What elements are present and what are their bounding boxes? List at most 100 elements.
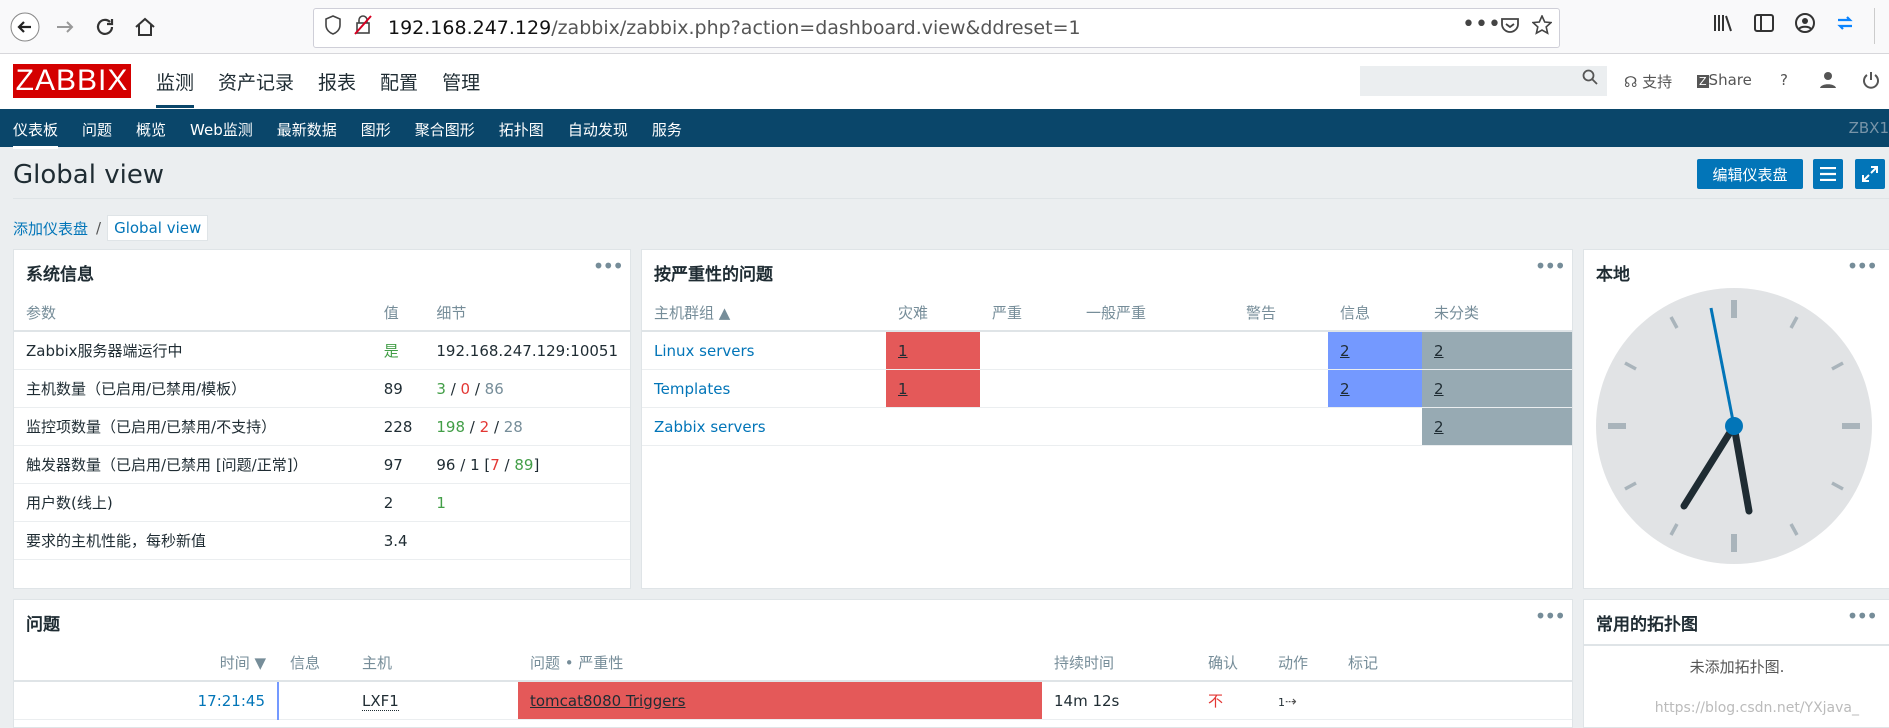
- search-icon[interactable]: [1582, 69, 1598, 90]
- col-high: 严重: [980, 294, 1074, 332]
- tab-web[interactable]: Web监测: [190, 119, 253, 149]
- value-cell: 89: [371, 369, 425, 408]
- tab-screens[interactable]: 聚合图形: [415, 119, 475, 149]
- dashboard-list-icon[interactable]: [1813, 159, 1843, 189]
- tab-overview[interactable]: 概览: [136, 119, 166, 149]
- table-row: 主机数量（已启用/已禁用/模板） 89 3 / 0 / 86: [14, 369, 630, 408]
- disaster-count[interactable]: 1: [886, 331, 980, 370]
- fullscreen-icon[interactable]: [1855, 159, 1885, 189]
- breadcrumb: 添加仪表盘 / Global view: [13, 215, 209, 241]
- url-text: 192.168.247.129/zabbix/zabbix.php?action…: [388, 17, 1081, 39]
- widget-menu-icon[interactable]: •••: [1535, 254, 1566, 278]
- library-icon[interactable]: [1712, 12, 1734, 39]
- help-button[interactable]: ?: [1780, 71, 1788, 89]
- url-bar[interactable]: 192.168.247.129/zabbix/zabbix.php?action…: [313, 8, 1560, 48]
- widget-menu-icon[interactable]: •••: [1847, 604, 1878, 628]
- empty-cell: [980, 331, 1074, 370]
- table-header-row: 时间 ▼ 信息 主机 问题 • 严重性 持续时间 确认 动作 标记: [14, 644, 1572, 682]
- sub-menu: 仪表板 问题 概览 Web监测 最新数据 图形 聚合图形 拓扑图 自动发现 服务…: [0, 109, 1889, 149]
- ack-link[interactable]: 不: [1196, 681, 1266, 720]
- account-icon[interactable]: [1794, 12, 1816, 39]
- logout-icon[interactable]: [1862, 71, 1880, 93]
- reload-icon[interactable]: [86, 8, 124, 46]
- insecure-lock-icon[interactable]: [354, 15, 372, 40]
- breadcrumb-separator: /: [96, 219, 102, 237]
- host-group-link[interactable]: Templates: [642, 369, 886, 408]
- col-not-classified: 未分类: [1422, 294, 1572, 332]
- details-cell: 198 / 2 / 28: [424, 407, 630, 446]
- home-icon[interactable]: [126, 8, 164, 46]
- menu-monitoring[interactable]: 监测: [156, 68, 195, 108]
- actions-icon[interactable]: 1⇢: [1266, 681, 1336, 720]
- widget-menu-icon[interactable]: •••: [1535, 604, 1566, 628]
- param-cell: 监控项数量（已启用/已禁用/不支持）: [14, 407, 372, 446]
- tab-problems[interactable]: 问题: [82, 119, 112, 149]
- share-link[interactable]: Z Share: [1697, 71, 1752, 89]
- pocket-icon[interactable]: [1500, 15, 1520, 40]
- tab-latest-data[interactable]: 最新数据: [277, 119, 337, 149]
- time-link[interactable]: 17:21:45: [14, 681, 279, 720]
- search-input[interactable]: [1360, 66, 1607, 96]
- menu-configuration[interactable]: 配置: [380, 68, 418, 108]
- col-time[interactable]: 时间 ▼: [14, 644, 278, 682]
- col-tags: 标记: [1336, 644, 1572, 682]
- problems-by-severity-widget: 按严重性的问题 ••• 主机群组 ▲ 灾难 严重 一般严重 警告 信息 未分类 …: [641, 249, 1573, 589]
- breadcrumb-dashboards-link[interactable]: 添加仪表盘: [13, 218, 88, 239]
- not-classified-count[interactable]: 2: [1422, 407, 1572, 446]
- breadcrumb-current[interactable]: Global view: [107, 215, 209, 241]
- host-group-link[interactable]: Zabbix servers: [642, 407, 886, 446]
- value-cell: 是: [371, 331, 425, 370]
- value-cell: 3.4: [371, 521, 425, 560]
- col-host-group[interactable]: 主机群组 ▲: [642, 294, 886, 332]
- problem-link[interactable]: tomcat8080 Triggers: [518, 681, 1042, 720]
- col-info: 信息: [278, 644, 350, 682]
- disaster-count[interactable]: 1: [886, 369, 980, 408]
- empty-cell: [886, 407, 980, 446]
- widget-title: 问题: [26, 615, 60, 635]
- tab-maps[interactable]: 拓扑图: [499, 119, 544, 149]
- problems-widget: 问题 ••• 时间 ▼ 信息 主机 问题 • 严重性 持续时间 确认 动作 标记…: [13, 599, 1573, 728]
- tab-dashboard[interactable]: 仪表板: [13, 119, 59, 149]
- empty-maps-message: 未添加拓扑图.: [1584, 644, 1889, 677]
- host-group-link[interactable]: Linux servers: [642, 331, 886, 370]
- duration-cell: 14m 12s: [1042, 681, 1196, 720]
- empty-cell: [1328, 407, 1422, 446]
- not-classified-count[interactable]: 2: [1422, 331, 1572, 370]
- support-link[interactable]: ☊ 支持: [1624, 71, 1672, 92]
- sidebar-icon[interactable]: [1753, 12, 1775, 39]
- table-row: 监控项数量（已启用/已禁用/不支持） 228 198 / 2 / 28: [14, 407, 630, 446]
- bookmark-star-icon[interactable]: [1531, 14, 1553, 40]
- tab-discovery[interactable]: 自动发现: [568, 119, 628, 149]
- sync-icon[interactable]: [1834, 12, 1856, 39]
- edit-dashboard-button[interactable]: 编辑仪表盘: [1697, 159, 1803, 189]
- empty-cell: [1234, 369, 1328, 408]
- details-cell: [424, 521, 630, 560]
- host-link[interactable]: LXF1: [350, 681, 518, 720]
- page-actions-icon[interactable]: •••: [1462, 12, 1501, 37]
- empty-cell: [1074, 369, 1234, 408]
- not-classified-count[interactable]: 2: [1422, 369, 1572, 408]
- zabbix-logo[interactable]: ZABBIX: [13, 64, 131, 98]
- col-actions: 动作: [1266, 644, 1336, 682]
- back-icon[interactable]: [6, 8, 44, 46]
- user-profile-icon[interactable]: [1819, 71, 1837, 93]
- forward-icon[interactable]: [46, 8, 84, 46]
- problems-table: 时间 ▼ 信息 主机 问题 • 严重性 持续时间 确认 动作 标记 17:21:…: [14, 644, 1572, 720]
- share-z-icon: Z: [1697, 75, 1709, 88]
- shield-icon[interactable]: [324, 15, 342, 40]
- menu-inventory[interactable]: 资产记录: [218, 68, 294, 108]
- widget-menu-icon[interactable]: •••: [1847, 254, 1878, 278]
- browser-toolbar: 192.168.247.129/zabbix/zabbix.php?action…: [0, 0, 1889, 54]
- widget-menu-icon[interactable]: •••: [593, 254, 624, 278]
- menu-reports[interactable]: 报表: [318, 68, 356, 108]
- details-cell: 96 / 1 [7 / 89]: [424, 445, 630, 484]
- tab-services[interactable]: 服务: [652, 119, 682, 149]
- info-count[interactable]: 2: [1328, 369, 1422, 408]
- widget-title: 系统信息: [26, 265, 94, 285]
- col-parameter: 参数: [14, 294, 372, 332]
- info-count[interactable]: 2: [1328, 331, 1422, 370]
- tab-graphs[interactable]: 图形: [361, 119, 391, 149]
- table-row: Linux servers 1 2 2: [642, 331, 1572, 370]
- menu-edge: [1874, 8, 1889, 44]
- menu-administration[interactable]: 管理: [442, 68, 480, 108]
